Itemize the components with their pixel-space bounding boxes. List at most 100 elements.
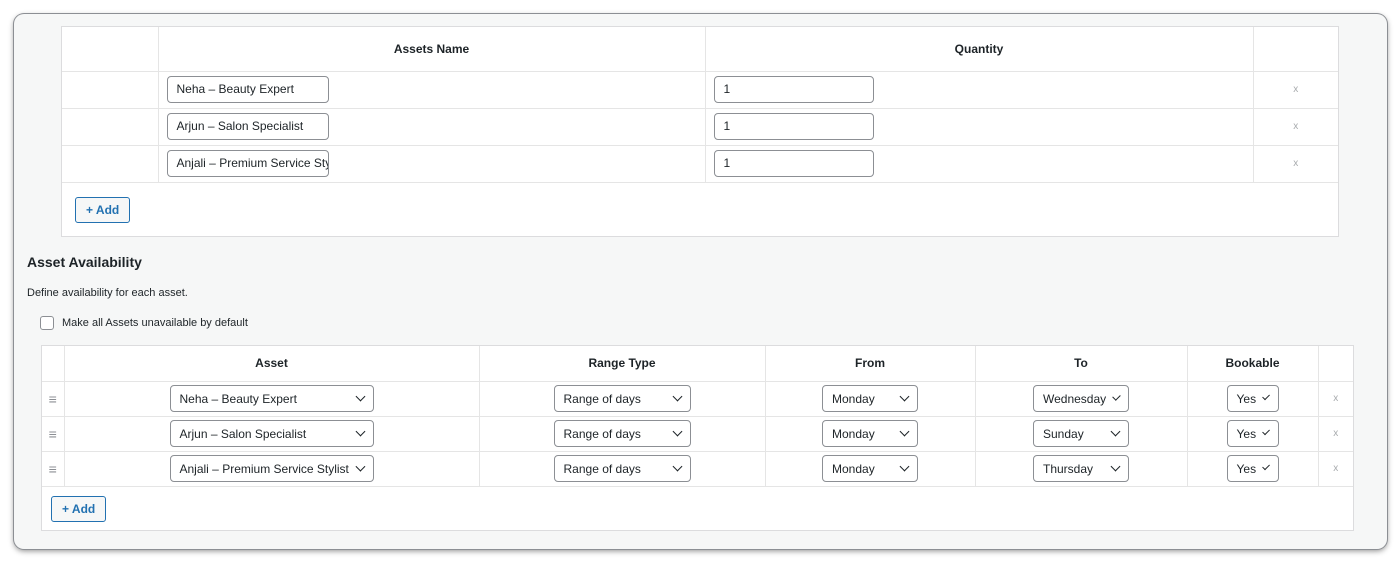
table-row: Neha – Beauty Expert 1 x [62,71,1338,109]
drag-handle-icon[interactable]: ≡ [42,451,65,487]
asset-select[interactable]: Neha – Beauty Expert [169,385,374,412]
from-value: Monday [832,461,875,476]
from-select[interactable]: Monday [822,420,918,447]
from-cell: Monday [765,381,976,417]
range-type-header: Range Type [479,346,766,382]
remove-asset-button[interactable]: x [1253,71,1338,109]
availability-description: Define availability for each asset. [27,287,188,299]
remove-availability-button[interactable]: x [1318,381,1353,417]
remove-availability-button[interactable]: x [1318,416,1353,452]
asset-name-input[interactable]: Arjun – Salon Specialist [166,113,329,140]
bookable-value: Yes [1236,426,1257,441]
row-blank-cell [62,108,159,146]
actions-header [1318,346,1353,382]
asset-select[interactable]: Anjali – Premium Service Stylist [169,455,374,482]
to-value: Wednesday [1043,391,1107,406]
chevron-down-icon [672,461,682,472]
bookable-value: Yes [1236,391,1257,406]
add-availability-button[interactable]: + Add [51,496,107,522]
asset-select[interactable]: Arjun – Salon Specialist [169,420,374,447]
range-type-select[interactable]: Range of days [553,385,691,412]
add-asset-button[interactable]: + Add [75,197,131,223]
remove-asset-button[interactable]: x [1253,108,1338,146]
to-cell: Thursday [975,451,1188,487]
range-type-cell: Range of days [479,451,766,487]
assets-header-actions [1253,27,1338,72]
chevron-down-icon [899,461,910,472]
from-value: Monday [832,426,875,441]
table-row: Anjali – Premium Service Stylist 1 x [62,145,1338,183]
to-select[interactable]: Sunday [1033,420,1129,447]
from-select[interactable]: Monday [822,455,918,482]
chevron-down-icon [355,426,365,437]
range-type-cell: Range of days [479,381,766,417]
asset-select-value: Anjali – Premium Service Stylist [179,461,349,476]
availability-add-wrap: + Add [51,496,107,522]
default-unavailable-checkbox[interactable] [40,316,54,330]
bookable-value: Yes [1236,461,1257,476]
assets-add-wrap: + Add [75,197,131,223]
range-type-select[interactable]: Range of days [553,420,691,447]
chevron-down-icon [899,426,910,437]
to-value: Thursday [1043,461,1094,476]
asset-quantity-input[interactable]: 1 [713,113,874,140]
asset-quantity-cell: 1 [705,145,1254,183]
to-cell: Wednesday [975,381,1188,417]
chevron-down-icon [1110,426,1121,437]
row-blank-cell [62,71,159,109]
assets-name-header: Assets Name [158,27,706,72]
table-row: ≡ Arjun – Salon Specialist Range of days… [42,416,1353,452]
chevron-down-icon [1262,392,1271,401]
table-row: ≡ Anjali – Premium Service Stylist Range… [42,451,1353,487]
remove-asset-button[interactable]: x [1253,145,1338,183]
bookable-cell: Yes [1187,381,1319,417]
remove-availability-button[interactable]: x [1318,451,1353,487]
availability-title: Asset Availability [27,254,142,270]
chevron-down-icon [672,391,682,402]
asset-name-cell: Anjali – Premium Service Stylist [158,145,706,183]
drag-handle-icon[interactable]: ≡ [42,416,65,452]
chevron-down-icon [899,391,910,402]
from-header: From [765,346,976,382]
range-type-value: Range of days [563,461,641,476]
drag-handle-icon[interactable]: ≡ [42,381,65,417]
bookable-select[interactable]: Yes [1226,420,1279,447]
to-cell: Sunday [975,416,1188,452]
chevron-down-icon [1262,427,1271,436]
asset-quantity-cell: 1 [705,108,1254,146]
assets-header-row: Assets Name Quantity [62,27,1338,72]
from-cell: Monday [765,416,976,452]
to-value: Sunday [1043,426,1084,441]
availability-header-row: Asset Range Type From To Bookable [42,346,1353,382]
asset-header: Asset [64,346,480,382]
bookable-header: Bookable [1187,346,1319,382]
asset-cell: Arjun – Salon Specialist [64,416,480,452]
table-row: Arjun – Salon Specialist 1 x [62,108,1338,146]
assets-panel: Assets Name Quantity Neha – Beauty Exper… [61,26,1339,237]
availability-table: Asset Range Type From To Bookable ≡ Neha… [42,346,1353,487]
from-select[interactable]: Monday [822,385,918,412]
assets-quantity-header: Quantity [705,27,1254,72]
asset-quantity-input[interactable]: 1 [713,76,874,103]
chevron-down-icon [672,426,682,437]
to-select[interactable]: Wednesday [1033,385,1129,412]
chevron-down-icon [1112,392,1121,401]
range-type-cell: Range of days [479,416,766,452]
range-type-value: Range of days [563,391,641,406]
from-value: Monday [832,391,875,406]
bookable-select[interactable]: Yes [1226,385,1279,412]
assets-header-blank [62,27,159,72]
asset-name-input[interactable]: Anjali – Premium Service Stylist [166,150,329,177]
asset-name-cell: Neha – Beauty Expert [158,71,706,109]
asset-select-value: Neha – Beauty Expert [179,391,297,406]
bookable-cell: Yes [1187,416,1319,452]
asset-name-input[interactable]: Neha – Beauty Expert [166,76,329,103]
to-select[interactable]: Thursday [1033,455,1129,482]
from-cell: Monday [765,451,976,487]
range-type-select[interactable]: Range of days [553,455,691,482]
asset-cell: Neha – Beauty Expert [64,381,480,417]
bookable-select[interactable]: Yes [1226,455,1279,482]
asset-quantity-input[interactable]: 1 [713,150,874,177]
table-row: ≡ Neha – Beauty Expert Range of days Mon… [42,381,1353,417]
settings-frame: Assets Name Quantity Neha – Beauty Exper… [14,14,1387,549]
